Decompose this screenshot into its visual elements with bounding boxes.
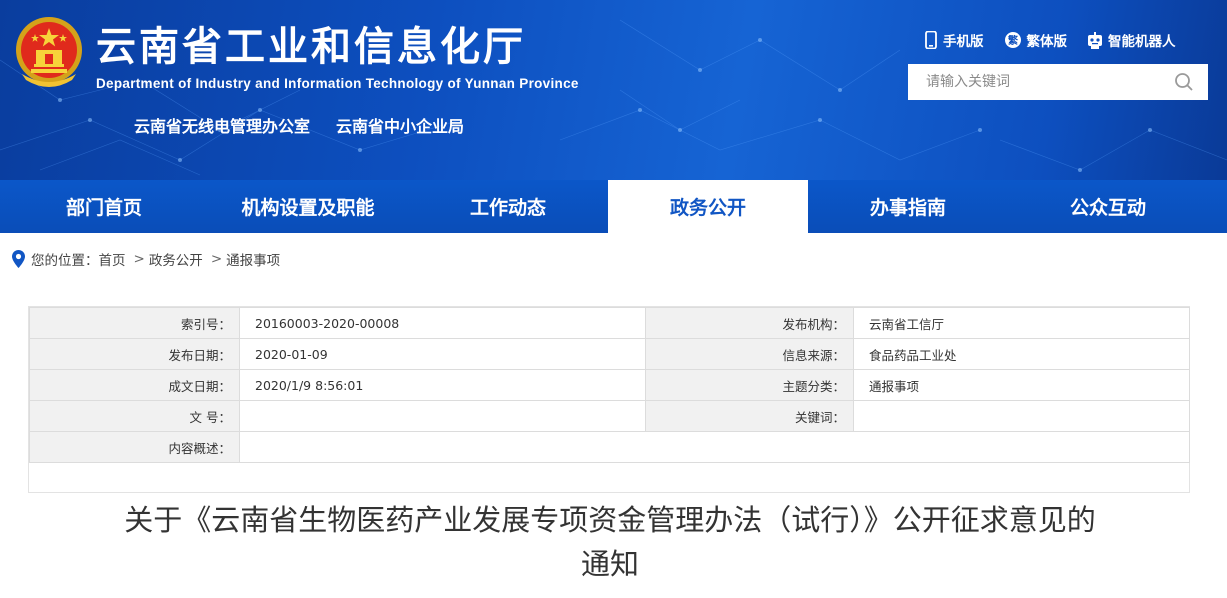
search-box: [908, 64, 1208, 100]
table-row: 内容概述：: [29, 431, 1190, 463]
publish-date-value: 2020-01-09: [239, 338, 646, 370]
mobile-version-label: 手机版: [943, 34, 984, 50]
nav-item-news[interactable]: 工作动态: [408, 180, 608, 233]
mobile-version-link[interactable]: 手机版: [924, 30, 984, 50]
nav-item-service-guide[interactable]: 办事指南: [808, 180, 1008, 233]
search-icon[interactable]: [1174, 72, 1194, 92]
article-title-line-1: 关于《云南省生物医药产业发展专项资金管理办法（试行）》公开征求意见的: [124, 503, 1096, 537]
publisher-label: 发布机构：: [645, 307, 854, 339]
document-meta-panel: 索引号： 20160003-2020-00008 发布机构： 云南省工信厅 发布…: [28, 306, 1190, 493]
summary-value: [239, 431, 1190, 463]
table-row: 文 号： 关键词：: [29, 400, 1190, 432]
smart-robot-link[interactable]: 智能机器人: [1087, 30, 1176, 50]
top-tools: 手机版 繁 繁体版 智能机器人: [924, 30, 1176, 50]
keywords-value: [853, 400, 1190, 432]
link-sme-bureau[interactable]: 云南省中小企业局: [336, 113, 464, 137]
breadcrumb-government-affairs[interactable]: 政务公开: [149, 249, 203, 269]
document-number-label: 文 号：: [29, 400, 240, 432]
site-title[interactable]: 云南省工业和信息化厅: [96, 14, 526, 72]
nav-item-home[interactable]: 部门首页: [0, 180, 208, 233]
keywords-label: 关键词：: [645, 400, 854, 432]
publisher-value: 云南省工信厅: [853, 307, 1190, 339]
mobile-icon: [925, 31, 937, 49]
article-title-line-2: 通知: [580, 547, 639, 581]
topic-label: 主题分类：: [645, 369, 854, 401]
breadcrumb: 您的位置： 首页 > 政务公开 > 通报事项: [12, 249, 280, 269]
traditional-chinese-label: 繁体版: [1026, 34, 1068, 50]
header-banner: 云南省工业和信息化厅 Department of Industry and In…: [0, 0, 1227, 180]
breadcrumb-notices[interactable]: 通报事项: [226, 249, 280, 269]
table-row: 成文日期： 2020/1/9 8:56:01 主题分类： 通报事项: [29, 369, 1190, 401]
breadcrumb-separator: >: [133, 251, 145, 267]
location-pin-icon: [12, 250, 25, 268]
robot-icon: [1088, 31, 1102, 49]
site-subtitle: Department of Industry and Information T…: [96, 76, 579, 91]
breadcrumb-prefix: 您的位置：: [31, 253, 99, 269]
summary-label: 内容概述：: [29, 431, 240, 463]
svg-text:繁: 繁: [1007, 34, 1019, 47]
sub-links: 云南省无线电管理办公室 云南省中小企业局: [134, 113, 464, 137]
publish-date-label: 发布日期：: [29, 338, 240, 370]
nav-item-public-interaction[interactable]: 公众互动: [1008, 180, 1208, 233]
search-input[interactable]: [926, 67, 1174, 97]
nav-item-organization[interactable]: 机构设置及职能: [208, 180, 408, 233]
source-value: 食品药品工业处: [853, 338, 1190, 370]
traditional-chinese-link[interactable]: 繁 繁体版: [1004, 30, 1068, 50]
article-title: 关于《云南省生物医药产业发展专项资金管理办法（试行）》公开征求意见的 通知: [40, 498, 1180, 586]
document-number-value: [239, 400, 646, 432]
created-date-label: 成文日期：: [29, 369, 240, 401]
breadcrumb-home[interactable]: 首页: [99, 249, 126, 269]
national-emblem-icon: [16, 17, 82, 87]
created-date-value: 2020/1/9 8:56:01: [239, 369, 646, 401]
document-meta-table: 索引号： 20160003-2020-00008 发布机构： 云南省工信厅 发布…: [29, 307, 1190, 463]
source-label: 信息来源：: [645, 338, 854, 370]
table-row: 发布日期： 2020-01-09 信息来源： 食品药品工业处: [29, 338, 1190, 370]
link-radio-management-office[interactable]: 云南省无线电管理办公室: [134, 113, 310, 137]
table-row: 索引号： 20160003-2020-00008 发布机构： 云南省工信厅: [29, 307, 1190, 339]
traditional-chinese-icon: 繁: [1004, 32, 1021, 48]
main-nav: 部门首页 机构设置及职能 工作动态 政务公开 办事指南 公众互动: [0, 180, 1227, 233]
index-number-label: 索引号：: [29, 307, 240, 339]
index-number-value: 20160003-2020-00008: [239, 307, 646, 339]
breadcrumb-separator: >: [210, 251, 223, 267]
topic-value: 通报事项: [853, 369, 1190, 401]
smart-robot-label: 智能机器人: [1108, 34, 1176, 50]
nav-item-government-affairs[interactable]: 政务公开: [608, 180, 808, 233]
